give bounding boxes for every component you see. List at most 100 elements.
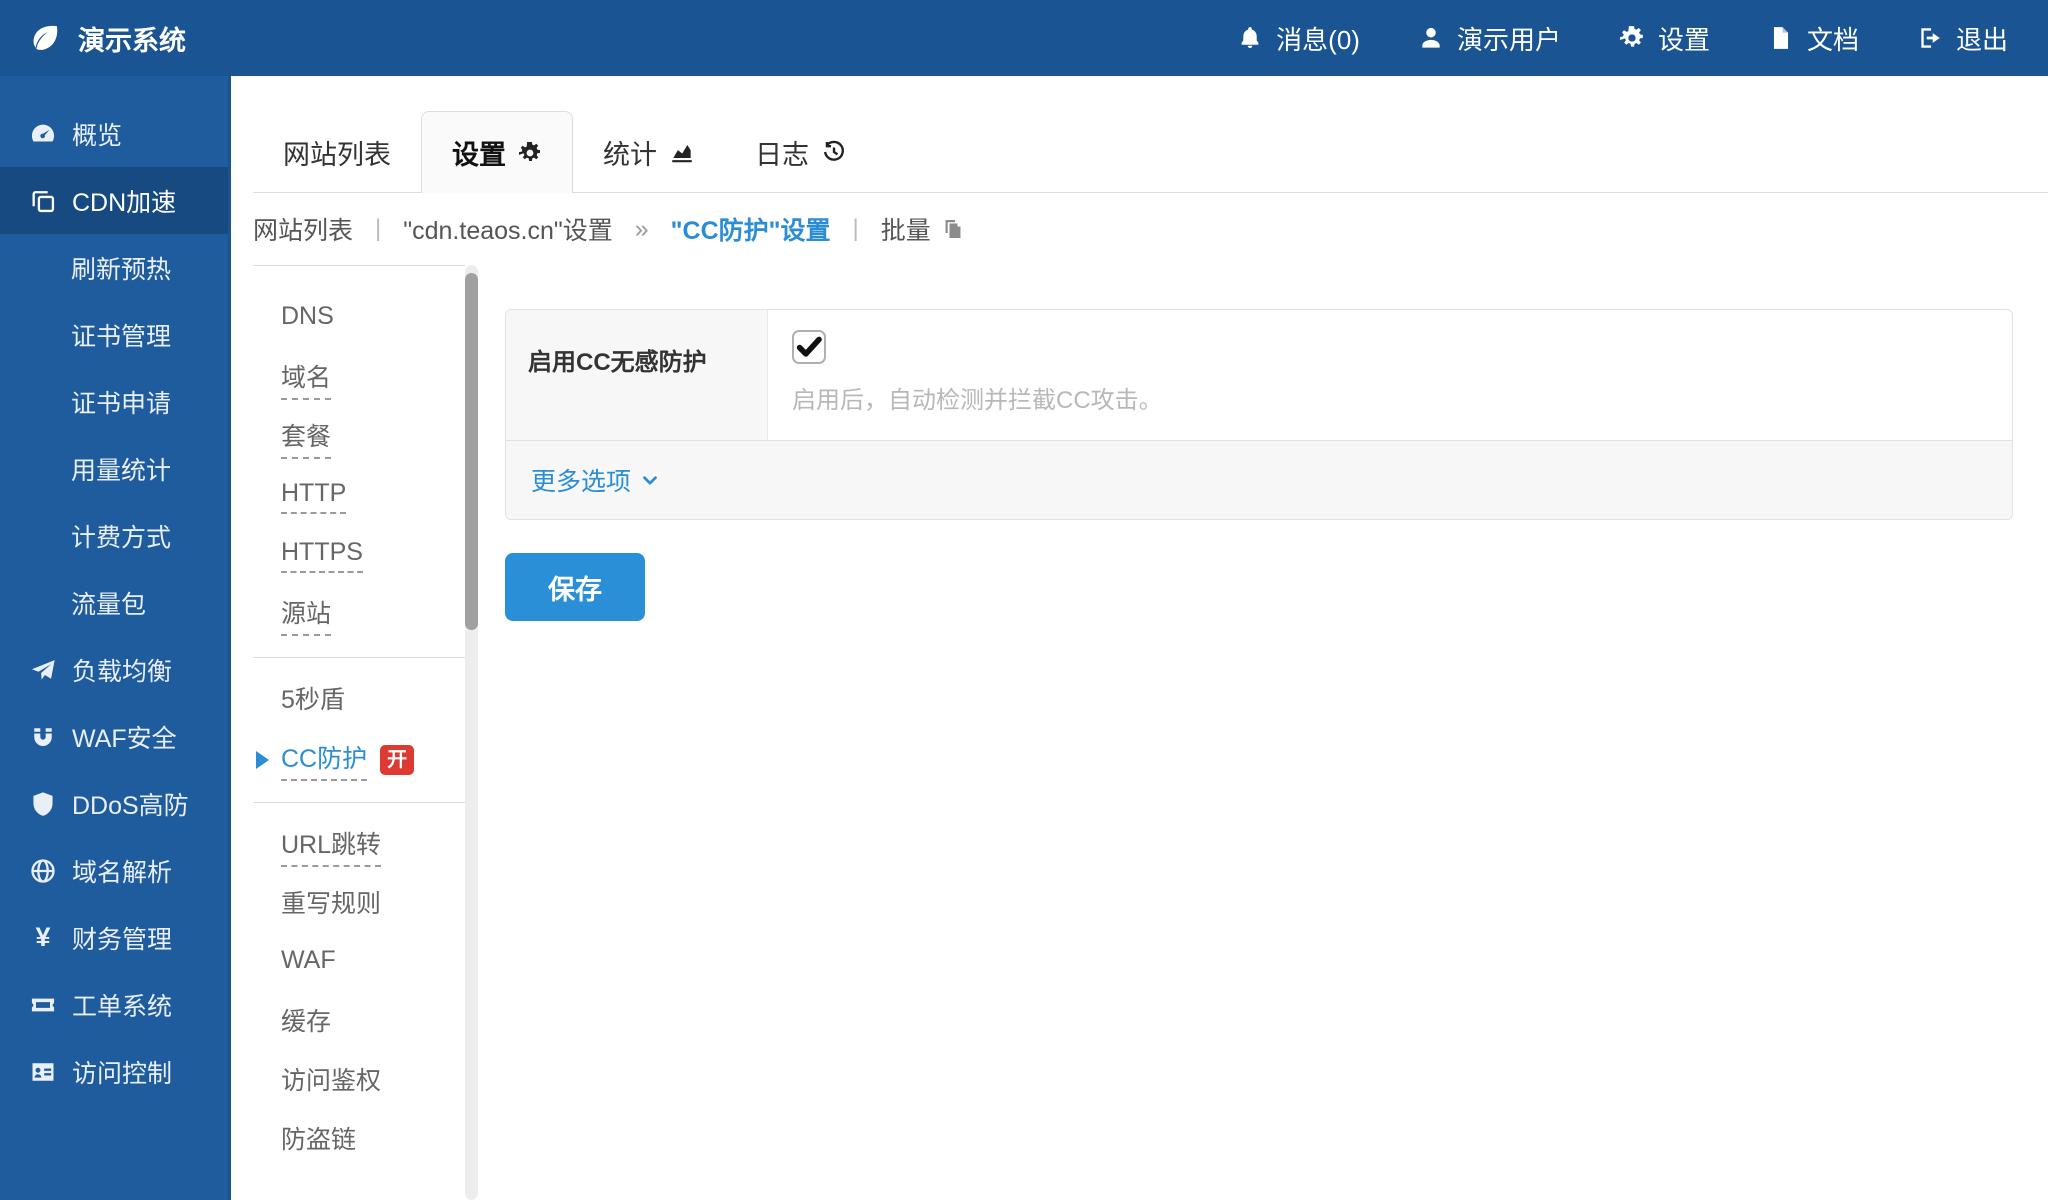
save-button[interactable]: 保存 bbox=[505, 553, 645, 621]
cc-protection-panel: 启用CC无感防护 启用后，自动检测并拦截CC攻击。 更多选项 bbox=[478, 265, 2048, 1200]
more-options-link[interactable]: 更多选项 bbox=[531, 462, 661, 498]
sidebar-item-label: 财务管理 bbox=[72, 920, 172, 956]
sidebar-item-refresh-prewarm[interactable]: 刷新预热 bbox=[0, 234, 228, 301]
sidebar-item-dns-resolve[interactable]: 域名解析 bbox=[0, 837, 228, 904]
sidebar-item-ddos[interactable]: DDoS高防 bbox=[0, 770, 228, 837]
subnav-item-http[interactable]: HTTP bbox=[253, 467, 465, 526]
magnet-icon bbox=[28, 723, 58, 751]
copy-icon bbox=[941, 217, 965, 241]
subnav-item-cache[interactable]: 缓存 bbox=[253, 993, 465, 1052]
sidebar-item-finance[interactable]: ¥ 财务管理 bbox=[0, 904, 228, 971]
settings-body: DNS 域名 套餐 HTTP HTTPS 源站 5秒盾 CC防护 开 URL跳转… bbox=[253, 265, 2048, 1200]
scrollbar-thumb[interactable] bbox=[465, 273, 478, 630]
tab-logs[interactable]: 日志 bbox=[725, 112, 877, 192]
topbar-item-label: 设置 bbox=[1658, 20, 1710, 57]
sidebar-item-label: WAF安全 bbox=[72, 719, 177, 755]
subnav-item-rewrite-rules[interactable]: 重写规则 bbox=[253, 875, 465, 934]
subnav-group-basic: DNS 域名 套餐 HTTP HTTPS 源站 bbox=[253, 290, 465, 644]
sidebar-item-cert-manage[interactable]: 证书管理 bbox=[0, 301, 228, 368]
sidebar-item-label: 证书管理 bbox=[71, 317, 171, 353]
batch-label: 批量 bbox=[881, 211, 931, 247]
sidebar-item-label: 流量包 bbox=[71, 585, 146, 621]
sidebar-item-cdn[interactable]: CDN加速 bbox=[0, 167, 228, 234]
subnav-item-dns[interactable]: DNS bbox=[253, 290, 465, 349]
document-icon bbox=[1768, 25, 1794, 51]
tab-label: 日志 bbox=[755, 133, 809, 172]
subnav-item-cc-protection[interactable]: CC防护 开 bbox=[253, 730, 465, 789]
sidebar-item-label: 证书申请 bbox=[71, 384, 171, 420]
gauge-icon bbox=[28, 120, 58, 148]
subnav-item-hotlink-protect[interactable]: 防盗链 bbox=[253, 1111, 465, 1170]
subnav-item-waf[interactable]: WAF bbox=[253, 934, 465, 993]
sidebar-item-label: 负载均衡 bbox=[72, 652, 172, 688]
sidebar-item-label: 概览 bbox=[72, 116, 122, 152]
topbar-item-user[interactable]: 演示用户 bbox=[1418, 20, 1561, 57]
status-badge-on: 开 bbox=[380, 745, 414, 775]
tab-label: 统计 bbox=[603, 133, 657, 172]
subnav-item-plan[interactable]: 套餐 bbox=[253, 408, 465, 467]
sidebar-item-access-control[interactable]: 访问控制 bbox=[0, 1038, 228, 1105]
breadcrumb-batch-link[interactable]: 批量 bbox=[881, 211, 965, 247]
tab-site-list[interactable]: 网站列表 bbox=[253, 112, 421, 192]
sidebar-item-usage-stats[interactable]: 用量统计 bbox=[0, 435, 228, 502]
subnav-item-access-auth[interactable]: 访问鉴权 bbox=[253, 1052, 465, 1111]
tab-label: 设置 bbox=[452, 133, 506, 172]
topbar-item-label: 文档 bbox=[1807, 20, 1859, 57]
topbar-item-messages[interactable]: 消息(0) bbox=[1237, 20, 1360, 57]
field-label: 启用CC无感防护 bbox=[506, 310, 768, 440]
subnav-divider bbox=[253, 802, 465, 803]
subnav-item-5s-shield[interactable]: 5秒盾 bbox=[253, 671, 465, 730]
subnav-item-https[interactable]: HTTPS bbox=[253, 526, 465, 585]
topbar-menu: 消息(0) 演示用户 设置 文档 退出 bbox=[1237, 20, 2008, 57]
breadcrumb-current-page[interactable]: "CC防护"设置 bbox=[671, 211, 831, 247]
history-icon bbox=[821, 139, 847, 165]
globe-icon bbox=[28, 857, 58, 885]
sidebar-item-label: 计费方式 bbox=[71, 518, 171, 554]
sidebar-item-label: 用量统计 bbox=[71, 451, 171, 487]
sidebar-item-overview[interactable]: 概览 bbox=[0, 100, 228, 167]
sidebar-item-billing-method[interactable]: 计费方式 bbox=[0, 502, 228, 569]
sidebar-item-label: 刷新预热 bbox=[71, 250, 171, 286]
breadcrumb-site-list[interactable]: 网站列表 bbox=[253, 211, 353, 247]
sidebar-item-label: 域名解析 bbox=[72, 853, 172, 889]
sidebar-item-waf[interactable]: WAF安全 bbox=[0, 703, 228, 770]
cc-protect-checkbox[interactable] bbox=[792, 330, 826, 364]
topbar-item-logout[interactable]: 退出 bbox=[1917, 20, 2008, 57]
topbar: 演示系统 消息(0) 演示用户 设置 文档 bbox=[0, 0, 2048, 76]
subnav-item-origin[interactable]: 源站 bbox=[253, 585, 465, 644]
tab-settings[interactable]: 设置 bbox=[421, 111, 573, 193]
tab-statistics[interactable]: 统计 bbox=[573, 112, 725, 192]
sidebar-item-label: 访问控制 bbox=[72, 1054, 172, 1090]
logout-icon bbox=[1917, 25, 1943, 51]
subnav-item-url-redirect[interactable]: URL跳转 bbox=[253, 816, 465, 875]
tab-bar: 网站列表 设置 统计 日志 bbox=[253, 76, 2048, 193]
subnav-group-protection: 5秒盾 CC防护 开 bbox=[253, 671, 465, 789]
topbar-item-label: 消息(0) bbox=[1276, 20, 1360, 57]
app-logo[interactable]: 演示系统 bbox=[30, 19, 186, 58]
subnav-divider bbox=[253, 657, 465, 658]
topbar-item-label: 演示用户 bbox=[1457, 20, 1561, 57]
leaf-icon bbox=[30, 23, 60, 53]
chevron-down-icon bbox=[639, 469, 661, 491]
gear-icon bbox=[518, 141, 542, 165]
topbar-item-docs[interactable]: 文档 bbox=[1768, 20, 1859, 57]
more-options-label: 更多选项 bbox=[531, 462, 631, 498]
sidebar-item-load-balance[interactable]: 负载均衡 bbox=[0, 636, 228, 703]
sidebar-item-cert-apply[interactable]: 证书申请 bbox=[0, 368, 228, 435]
yen-icon: ¥ bbox=[28, 922, 58, 953]
breadcrumb-site-settings[interactable]: "cdn.teaos.cn"设置 bbox=[403, 211, 613, 247]
tab-label: 网站列表 bbox=[283, 133, 391, 172]
sidebar-item-tickets[interactable]: 工单系统 bbox=[0, 971, 228, 1038]
subnav-item-domain[interactable]: 域名 bbox=[253, 349, 465, 408]
sidebar-item-traffic-pack[interactable]: 流量包 bbox=[0, 569, 228, 636]
enable-cc-row: 启用CC无感防护 启用后，自动检测并拦截CC攻击。 bbox=[506, 310, 2012, 440]
id-card-icon bbox=[28, 1058, 58, 1086]
topbar-item-settings[interactable]: 设置 bbox=[1619, 20, 1710, 57]
subnav-scrollbar[interactable] bbox=[465, 265, 478, 1200]
main-content: 网站列表 设置 统计 日志 网站列表 | "cdn.teaos.cn"设置 » … bbox=[231, 76, 2048, 1200]
more-options-row: 更多选项 bbox=[506, 440, 2012, 519]
sidebar: 概览 CDN加速 刷新预热 证书管理 证书申请 用量统计 计费方式 流量包 bbox=[0, 76, 231, 1200]
chart-area-icon bbox=[669, 139, 695, 165]
breadcrumb-arrow: » bbox=[635, 215, 649, 244]
app-title: 演示系统 bbox=[78, 19, 186, 58]
